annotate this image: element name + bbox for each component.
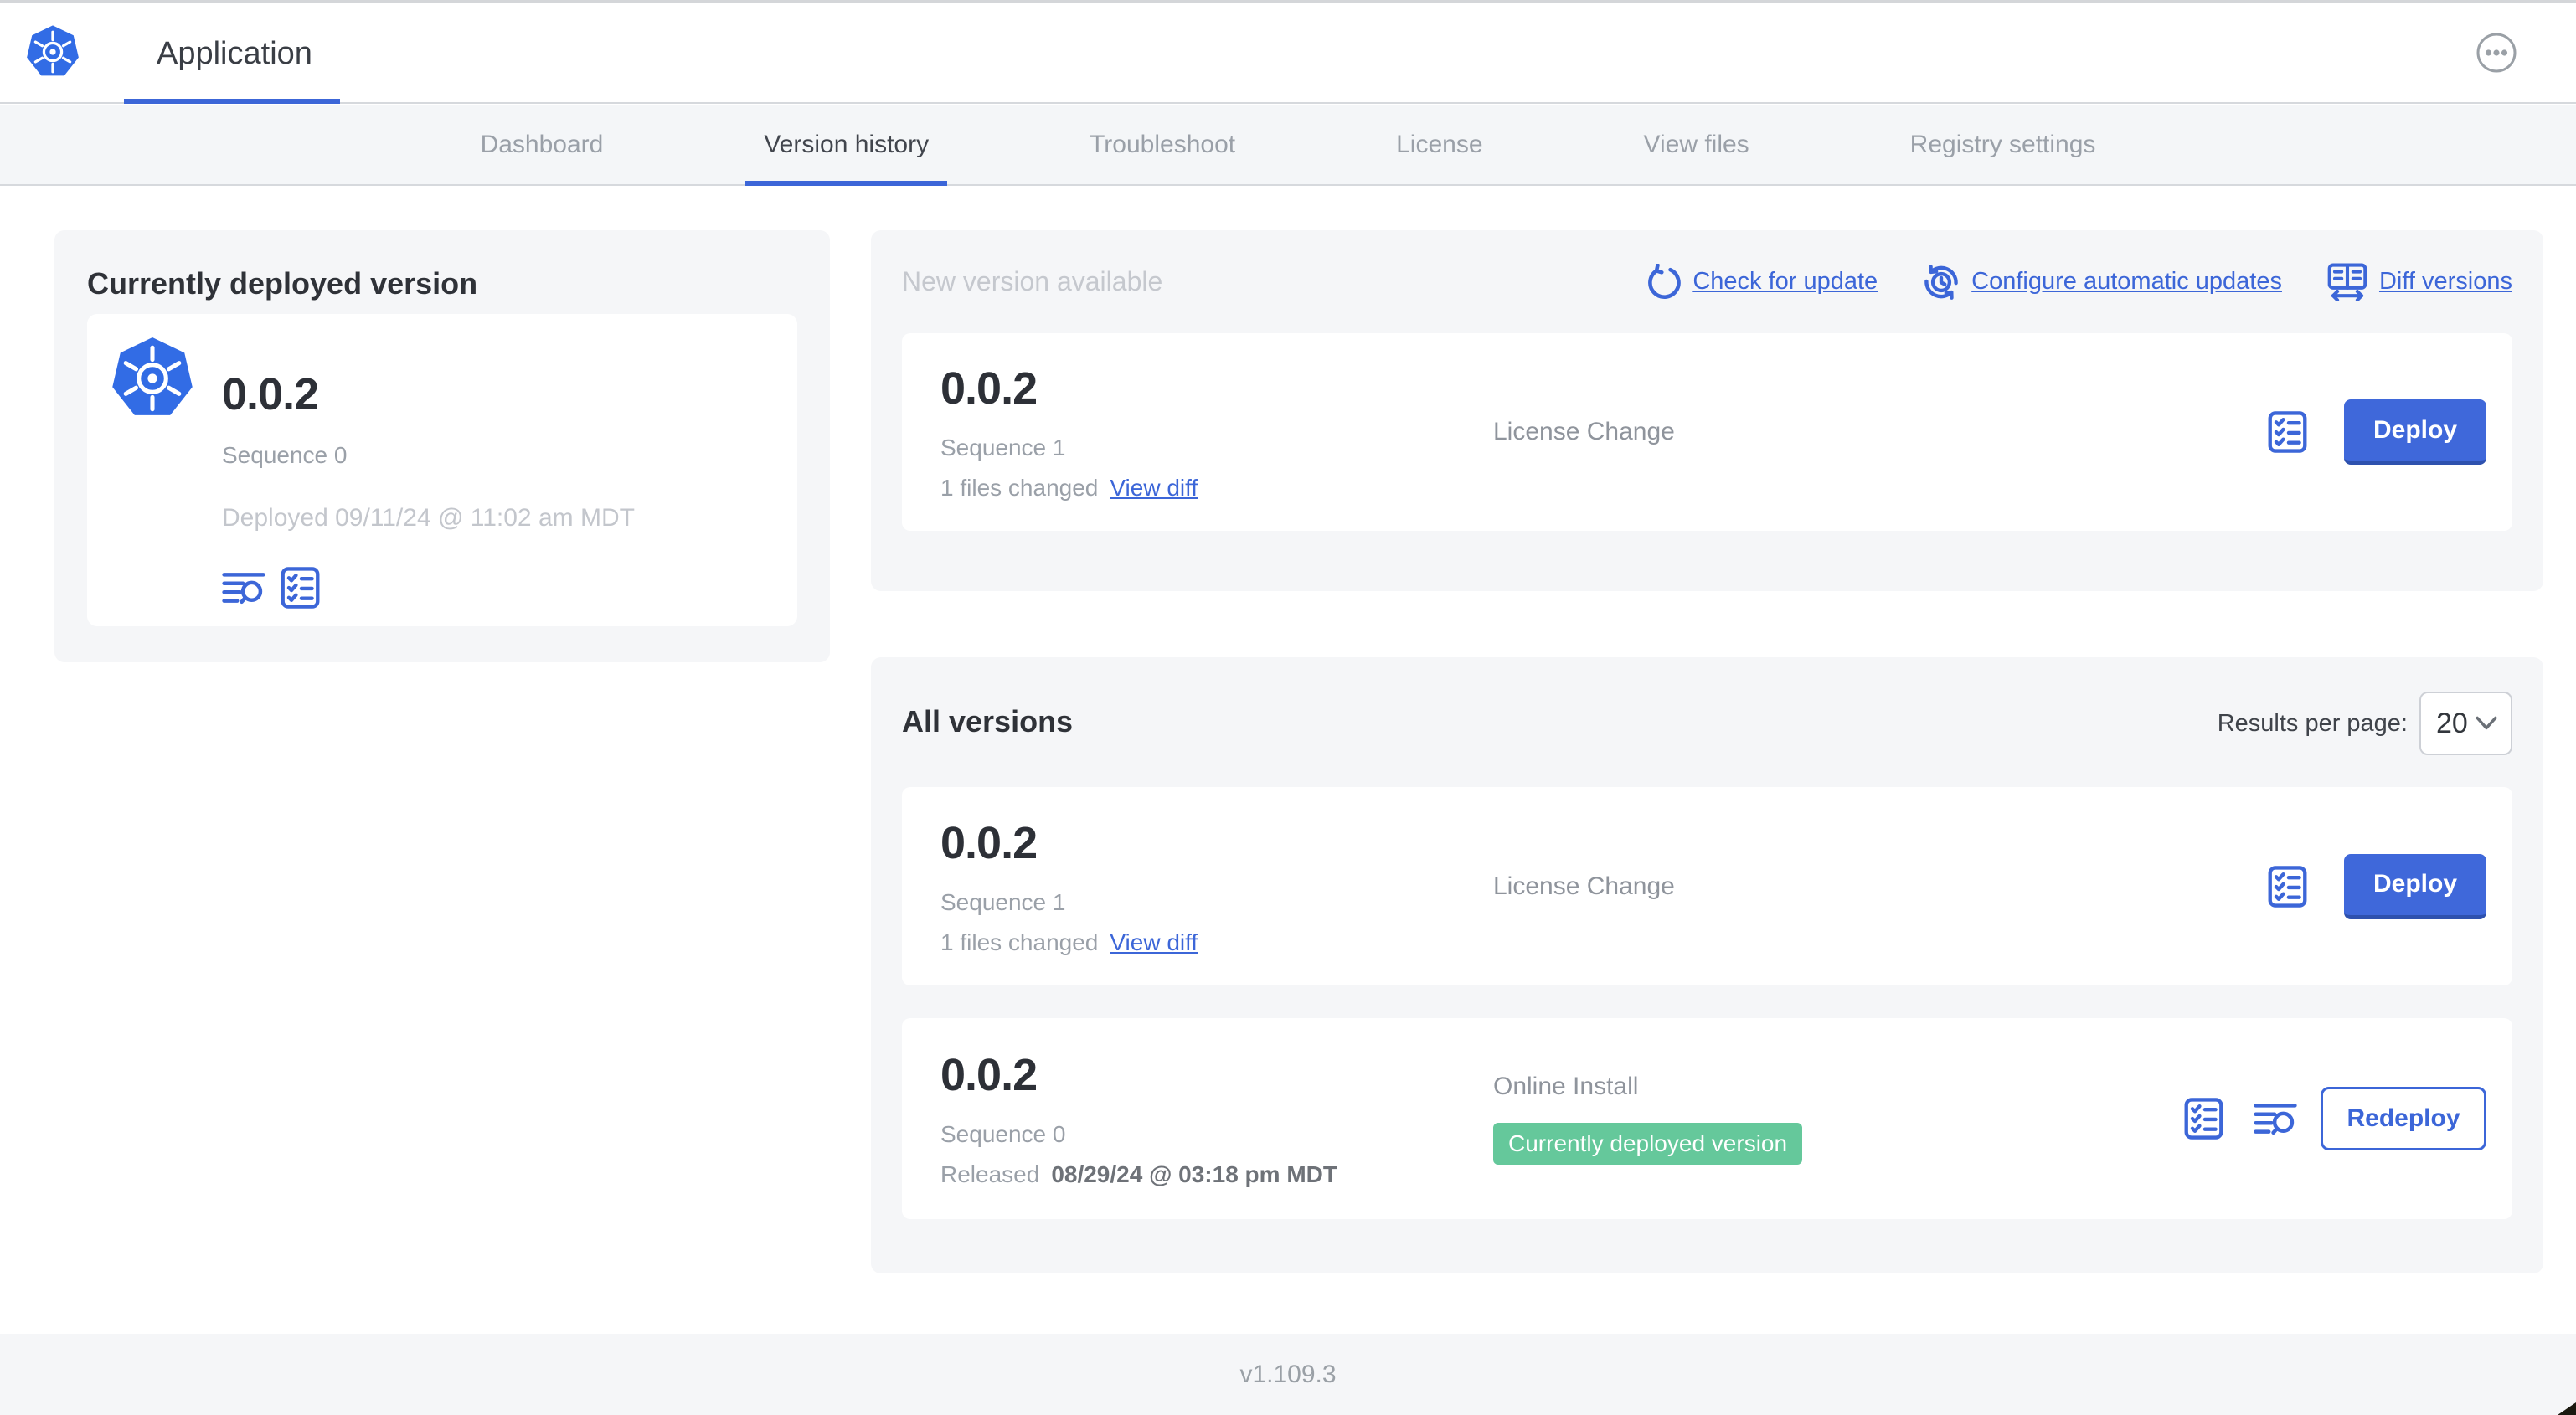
app-header: Application	[0, 3, 2576, 104]
auto-update-clock-icon	[1923, 264, 1960, 301]
currently-deployed-panel: Currently deployed version 0.0.2 Sequenc…	[54, 230, 830, 662]
version-row: 0.0.2 Sequence 1 1 files changed View di…	[902, 787, 2512, 985]
deployed-timestamp: Deployed 09/11/24 @ 11:02 am MDT	[222, 504, 635, 532]
version-source-label: License Change	[1493, 418, 1675, 445]
tab-view-files[interactable]: View files	[1625, 105, 1768, 184]
console-tabbar: Dashboard Version history Troubleshoot L…	[0, 105, 2576, 186]
view-diff-link[interactable]: View diff	[1110, 475, 1198, 502]
new-version-title: New version available	[902, 266, 1163, 296]
diff-versions-link[interactable]: Diff versions	[2327, 263, 2512, 301]
version-number: 0.0.2	[940, 363, 1038, 414]
files-changed-label: 1 files changed	[940, 475, 1099, 501]
released-label: Released	[940, 1161, 1040, 1187]
deployed-version-number: 0.0.2	[222, 369, 319, 419]
app-title-active-underline	[124, 99, 340, 104]
released-timestamp: 08/29/24 @ 03:18 pm MDT	[1051, 1161, 1337, 1187]
preflight-checklist-icon[interactable]	[281, 566, 320, 610]
all-versions-section: All versions Results per page: 20 0.0.2 …	[871, 657, 2543, 1274]
tab-dashboard[interactable]: Dashboard	[462, 105, 622, 184]
kubernetes-app-icon	[110, 335, 195, 422]
deploy-button[interactable]: Deploy	[2344, 853, 2486, 919]
configure-automatic-updates-link[interactable]: Configure automatic updates	[1923, 264, 2282, 301]
preflight-checklist-icon[interactable]	[2184, 1097, 2223, 1140]
check-for-update-link[interactable]: Check for update	[1644, 264, 1878, 301]
preflight-checklist-icon[interactable]	[2268, 865, 2307, 908]
version-source-label: Online Install	[1493, 1073, 1639, 1100]
results-per-page-select[interactable]: 20	[2419, 692, 2512, 755]
tab-troubleshoot[interactable]: Troubleshoot	[1071, 105, 1254, 184]
mouse-cursor-tip	[2558, 1402, 2576, 1415]
results-per-page-value: 20	[2436, 707, 2468, 739]
ellipsis-menu-icon[interactable]	[2476, 32, 2517, 74]
results-per-page-label: Results per page:	[2217, 709, 2408, 737]
console-version: v1.109.3	[1239, 1360, 1337, 1388]
version-sequence: Sequence 1	[940, 435, 1066, 461]
version-sequence: Sequence 1	[940, 888, 1066, 915]
all-versions-title: All versions	[902, 704, 1074, 738]
deploy-button[interactable]: Deploy	[2344, 399, 2486, 465]
version-row: 0.0.2 Sequence 0 Released 08/29/24 @ 03:…	[902, 1018, 2512, 1219]
new-version-card: 0.0.2 Sequence 1 1 files changed View di…	[902, 333, 2512, 531]
tab-registry-settings[interactable]: Registry settings	[1892, 105, 2115, 184]
version-number: 0.0.2	[940, 817, 1038, 868]
files-changed-label: 1 files changed	[940, 929, 1099, 955]
currently-deployed-badge: Currently deployed version	[1493, 1123, 1803, 1165]
deployed-sequence: Sequence 0	[222, 442, 348, 468]
diff-icon	[2327, 263, 2367, 301]
chevron-down-icon	[2476, 716, 2497, 730]
app-title: Application	[157, 35, 312, 71]
version-source-label: License Change	[1493, 872, 1675, 900]
deploy-logs-icon[interactable]	[2254, 1101, 2297, 1136]
version-number: 0.0.2	[940, 1050, 1038, 1100]
tab-license[interactable]: License	[1378, 105, 1501, 184]
view-diff-link[interactable]: View diff	[1110, 929, 1198, 956]
preflight-checklist-icon[interactable]	[2268, 410, 2307, 454]
currently-deployed-title: Currently deployed version	[87, 266, 478, 301]
deploy-logs-icon[interactable]	[222, 570, 265, 605]
kubernetes-logo-icon	[25, 22, 80, 82]
currently-deployed-card: 0.0.2 Sequence 0 Deployed 09/11/24 @ 11:…	[87, 314, 797, 626]
refresh-icon	[1644, 264, 1681, 301]
console-footer: v1.109.3	[0, 1334, 2576, 1415]
new-version-section: New version available Check for update C…	[871, 230, 2543, 591]
tab-version-history[interactable]: Version history	[745, 105, 947, 186]
version-sequence: Sequence 0	[940, 1121, 1066, 1147]
redeploy-button[interactable]: Redeploy	[2321, 1087, 2486, 1150]
